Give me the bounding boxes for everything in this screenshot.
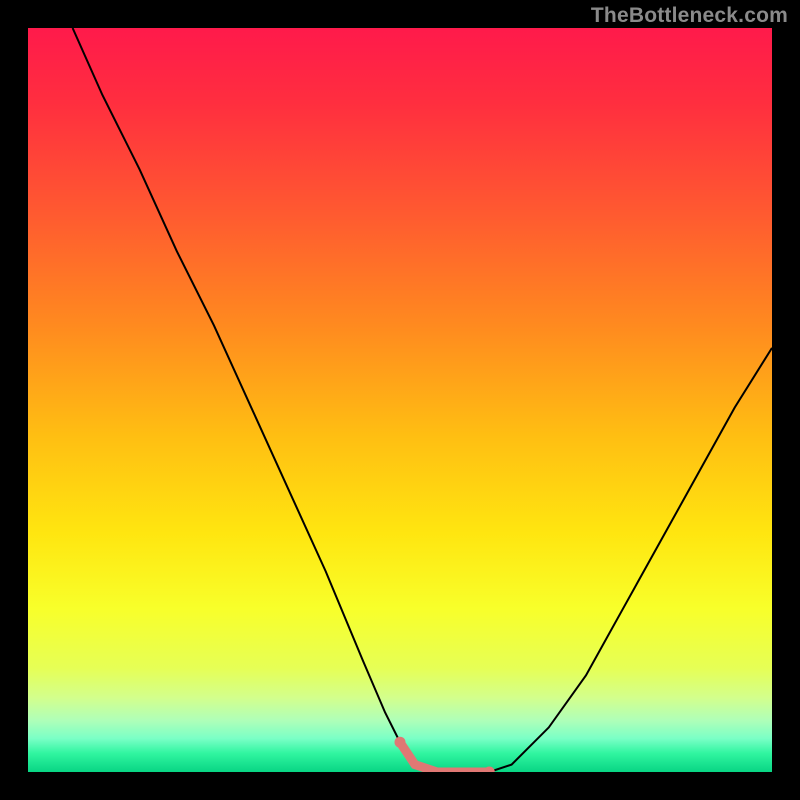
bottleneck-curve: [73, 28, 772, 772]
watermark-text: TheBottleneck.com: [591, 4, 788, 28]
optimal-region-dot: [484, 767, 495, 773]
curve-layer: [28, 28, 772, 772]
optimal-region-highlight: [400, 742, 489, 772]
optimal-region-dot: [395, 737, 406, 748]
chart-frame: TheBottleneck.com: [0, 0, 800, 800]
plot-area: [28, 28, 772, 772]
